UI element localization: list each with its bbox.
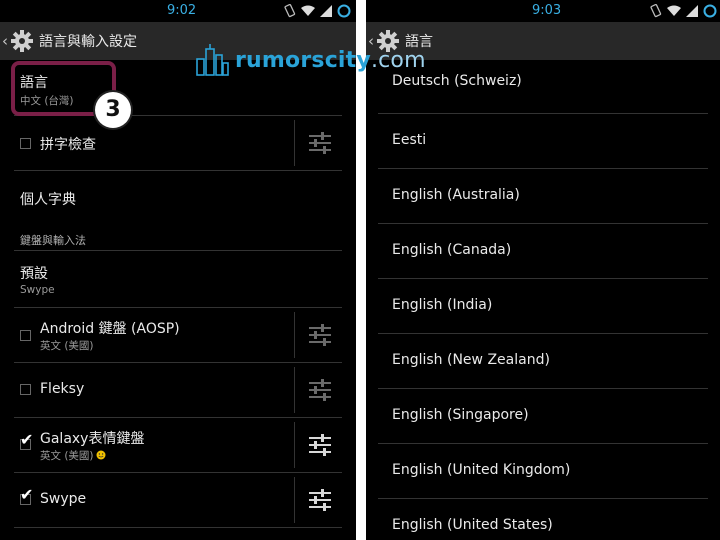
language-item[interactable]: Eesti — [366, 115, 720, 169]
galaxy-keyboard-row[interactable]: ✔ Galaxy表情鍵盤 英文 (美國) — [0, 418, 356, 472]
status-time: 9:03 — [532, 3, 562, 18]
language-item-label: English (United States) — [392, 517, 553, 533]
language-item[interactable]: English (Singapore) — [366, 390, 720, 444]
settings-screen-language-input: 9:02 ‹ 語言與輸入設定 語言 中文 (台灣) 拼字檢查 個人字典 鍵盤與輸… — [0, 0, 356, 540]
personal-dictionary-setting[interactable]: 個人字典 — [0, 171, 356, 221]
settings-sliders-icon[interactable] — [309, 131, 331, 155]
divider — [378, 498, 708, 499]
settings-sliders-icon[interactable] — [309, 323, 331, 347]
status-icons — [650, 3, 717, 19]
rotation-icon — [284, 4, 296, 18]
settings-sliders-icon[interactable] — [309, 378, 331, 402]
settings-sliders-icon[interactable] — [309, 488, 331, 512]
galaxy-label: Galaxy表情鍵盤 — [40, 431, 145, 447]
back-chevron-icon[interactable]: ‹ — [2, 32, 10, 50]
fleksy-checkbox[interactable] — [20, 384, 31, 395]
language-item-label: English (India) — [392, 297, 493, 313]
swype-label: Swype — [40, 491, 87, 507]
android-keyboard-row[interactable]: Android 鍵盤 (AOSP) 英文 (美國) — [0, 308, 356, 362]
language-item[interactable]: English (Canada) — [366, 225, 720, 279]
language-item[interactable]: English (India) — [366, 280, 720, 334]
settings-gear-icon[interactable] — [10, 29, 34, 53]
galaxy-subtitle: 英文 (美國) — [40, 448, 106, 463]
language-item[interactable]: English (New Zealand) — [366, 335, 720, 389]
language-item-label: English (Australia) — [392, 187, 520, 203]
step-badge: 3 — [95, 92, 131, 128]
default-keyboard-label: 預設 — [20, 266, 48, 282]
language-item[interactable]: English (Australia) — [366, 170, 720, 224]
signal-icon — [320, 5, 332, 17]
spell-check-setting[interactable]: 拼字檢查 — [0, 116, 356, 170]
vertical-divider — [294, 477, 295, 523]
divider — [378, 223, 708, 224]
vertical-divider — [294, 312, 295, 358]
language-item-label: English (Singapore) — [392, 407, 529, 423]
swype-keyboard-row[interactable]: ✔ Swype — [0, 473, 356, 527]
sync-icon — [337, 4, 351, 18]
fleksy-keyboard-row[interactable]: Fleksy — [0, 363, 356, 417]
divider — [378, 278, 708, 279]
status-icons — [284, 3, 351, 19]
language-item-label: English (United Kingdom) — [392, 462, 571, 478]
divider — [378, 113, 708, 114]
language-item[interactable]: English (United Kingdom) — [366, 445, 720, 499]
personal-dictionary-label: 個人字典 — [20, 192, 76, 208]
spell-check-checkbox[interactable] — [20, 138, 31, 149]
fleksy-label: Fleksy — [40, 381, 85, 397]
android-keyboard-checkbox[interactable] — [20, 330, 31, 341]
spell-check-label: 拼字檢查 — [40, 137, 96, 153]
checkmark-icon: ✔ — [20, 485, 34, 504]
section-header-keyboards: 鍵盤與輸入法 — [20, 234, 86, 247]
android-keyboard-label: Android 鍵盤 (AOSP) — [40, 321, 180, 337]
swype-checkbox[interactable]: ✔ — [20, 487, 33, 505]
divider — [378, 388, 708, 389]
emoji-icon — [96, 450, 106, 460]
screen-title: 語言與輸入設定 — [39, 34, 137, 50]
signal-icon — [686, 5, 698, 17]
android-keyboard-subtitle: 英文 (美國) — [40, 340, 94, 352]
vertical-divider — [294, 367, 295, 413]
divider — [14, 527, 342, 528]
language-item[interactable]: English (United States) — [366, 500, 720, 540]
wifi-icon — [301, 5, 315, 16]
language-list: Deutsch (Schweiz) Eesti English (Austral… — [366, 60, 720, 540]
rumorscity-watermark: rumorscity.com — [195, 40, 426, 80]
status-bar: 9:02 — [0, 0, 356, 22]
language-select-screen: 9:03 ‹ 語言 Deutsch (Schweiz) Eesti Englis… — [366, 0, 720, 540]
status-time: 9:02 — [167, 3, 197, 18]
city-skyline-icon — [196, 44, 229, 76]
divider — [378, 333, 708, 334]
language-item-label: English (Canada) — [392, 242, 512, 258]
vertical-divider — [294, 120, 295, 166]
divider — [378, 443, 708, 444]
settings-list: 語言 中文 (台灣) 拼字檢查 個人字典 鍵盤與輸入法 預設 Swype And… — [0, 60, 356, 540]
checkmark-icon: ✔ — [20, 430, 34, 449]
sync-icon — [703, 4, 717, 18]
divider — [378, 168, 708, 169]
default-keyboard-setting[interactable]: 預設 Swype — [0, 251, 356, 307]
language-item-label: English (New Zealand) — [392, 352, 550, 368]
language-item-label: Eesti — [392, 132, 427, 148]
status-bar: 9:03 — [366, 0, 720, 22]
vertical-divider — [294, 422, 295, 468]
rotation-icon — [650, 4, 662, 18]
watermark-text: rumorscity.com — [235, 47, 426, 73]
wifi-icon — [667, 5, 681, 16]
settings-sliders-icon[interactable] — [309, 433, 331, 457]
default-keyboard-value: Swype — [20, 284, 55, 296]
galaxy-checkbox[interactable]: ✔ — [20, 432, 33, 450]
